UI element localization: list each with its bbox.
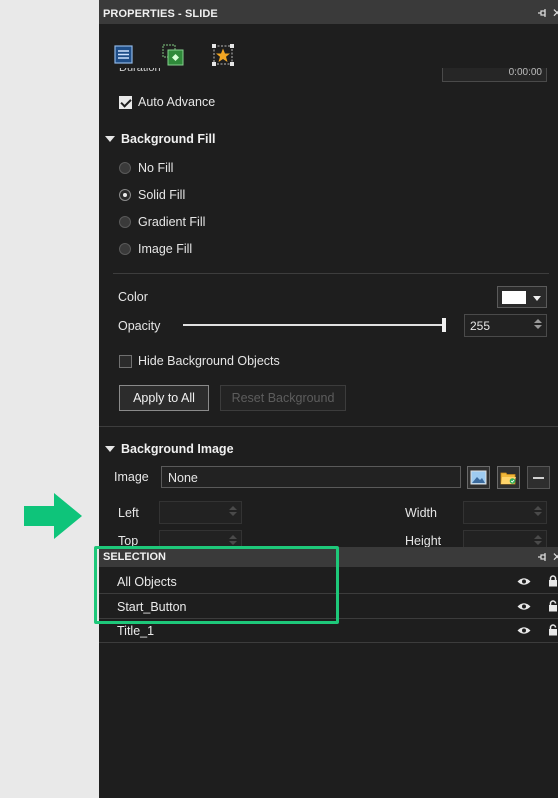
width-spinbox[interactable] <box>463 501 547 524</box>
highlight-annotation-box <box>94 546 339 624</box>
image-label: Image <box>114 470 149 484</box>
spin-arrows-icon[interactable] <box>534 317 543 331</box>
hide-background-objects-label: Hide Background Objects <box>138 354 280 368</box>
unlock-icon[interactable] <box>548 624 558 636</box>
spin-arrows-icon[interactable] <box>229 504 238 518</box>
background-image-header[interactable]: Background Image <box>121 442 234 456</box>
minus-icon <box>533 477 544 479</box>
close-icon[interactable]: ✕ <box>552 6 558 20</box>
color-picker-button[interactable] <box>497 286 547 308</box>
browse-image-button[interactable] <box>497 466 520 489</box>
spin-arrows-icon[interactable] <box>534 533 543 547</box>
height-label: Height <box>405 534 442 548</box>
auto-advance-checkbox[interactable] <box>119 96 132 109</box>
no-fill-radio[interactable] <box>119 162 131 174</box>
image-field[interactable]: None <box>161 466 461 488</box>
no-fill-label: No Fill <box>138 161 174 175</box>
section-divider <box>113 273 549 274</box>
auto-advance-label: Auto Advance <box>138 95 216 109</box>
hide-background-objects-checkbox[interactable] <box>119 355 132 368</box>
image-fill-label: Image Fill <box>138 242 193 256</box>
animation-icon[interactable] <box>212 44 234 66</box>
section-divider <box>99 426 558 427</box>
spin-arrows-icon[interactable] <box>229 533 238 547</box>
close-icon[interactable]: ✕ <box>552 550 558 564</box>
spin-arrows-icon[interactable] <box>534 504 543 518</box>
apply-to-all-button[interactable]: Apply to All <box>119 385 209 411</box>
gradient-fill-radio[interactable] <box>119 216 131 228</box>
chevron-down-icon <box>533 296 541 301</box>
opacity-label: Opacity <box>118 319 161 333</box>
opacity-slider-track[interactable] <box>183 324 445 326</box>
slide-properties-icon[interactable] <box>113 44 135 66</box>
properties-titlebar: PROPERTIES - SLIDE ✕ <box>99 0 558 24</box>
opacity-value: 255 <box>470 319 491 333</box>
opacity-slider-thumb[interactable] <box>442 318 446 332</box>
image-fill-radio[interactable] <box>119 243 131 255</box>
gradient-fill-label: Gradient Fill <box>138 215 206 229</box>
panel-title: PROPERTIES - SLIDE <box>103 8 218 20</box>
color-swatch <box>502 291 526 304</box>
transition-icon[interactable] <box>162 44 184 66</box>
eye-icon[interactable] <box>517 602 531 611</box>
remove-image-button[interactable] <box>527 466 550 489</box>
unlock-icon[interactable] <box>548 600 558 612</box>
solid-fill-label: Solid Fill <box>138 188 186 202</box>
property-tabs-overlay <box>99 24 558 74</box>
lock-icon[interactable] <box>548 575 558 587</box>
color-label: Color <box>118 290 148 304</box>
solid-fill-radio[interactable] <box>119 189 131 201</box>
eye-icon[interactable] <box>517 577 531 586</box>
pin-icon[interactable] <box>538 8 548 18</box>
collapse-triangle-icon[interactable] <box>105 136 115 142</box>
left-spinbox[interactable] <box>159 501 242 524</box>
pointer-arrow-icon <box>24 493 82 539</box>
width-label: Width <box>405 506 437 520</box>
left-label: Left <box>118 506 139 520</box>
image-preview-icon <box>470 470 487 485</box>
background-fill-header[interactable]: Background Fill <box>121 132 215 146</box>
pin-icon[interactable] <box>538 552 548 562</box>
image-preview-button[interactable] <box>467 466 490 489</box>
reset-background-button[interactable]: Reset Background <box>220 385 346 411</box>
opacity-spinbox[interactable]: 255 <box>464 314 547 337</box>
selection-item-label: Title_1 <box>117 624 155 638</box>
collapse-triangle-icon[interactable] <box>105 446 115 452</box>
folder-open-icon <box>500 472 516 485</box>
eye-icon[interactable] <box>517 626 531 635</box>
image-value: None <box>168 471 198 485</box>
properties-panel: PROPERTIES - SLIDE ✕ Duration 0:00:00 Au… <box>99 0 558 798</box>
